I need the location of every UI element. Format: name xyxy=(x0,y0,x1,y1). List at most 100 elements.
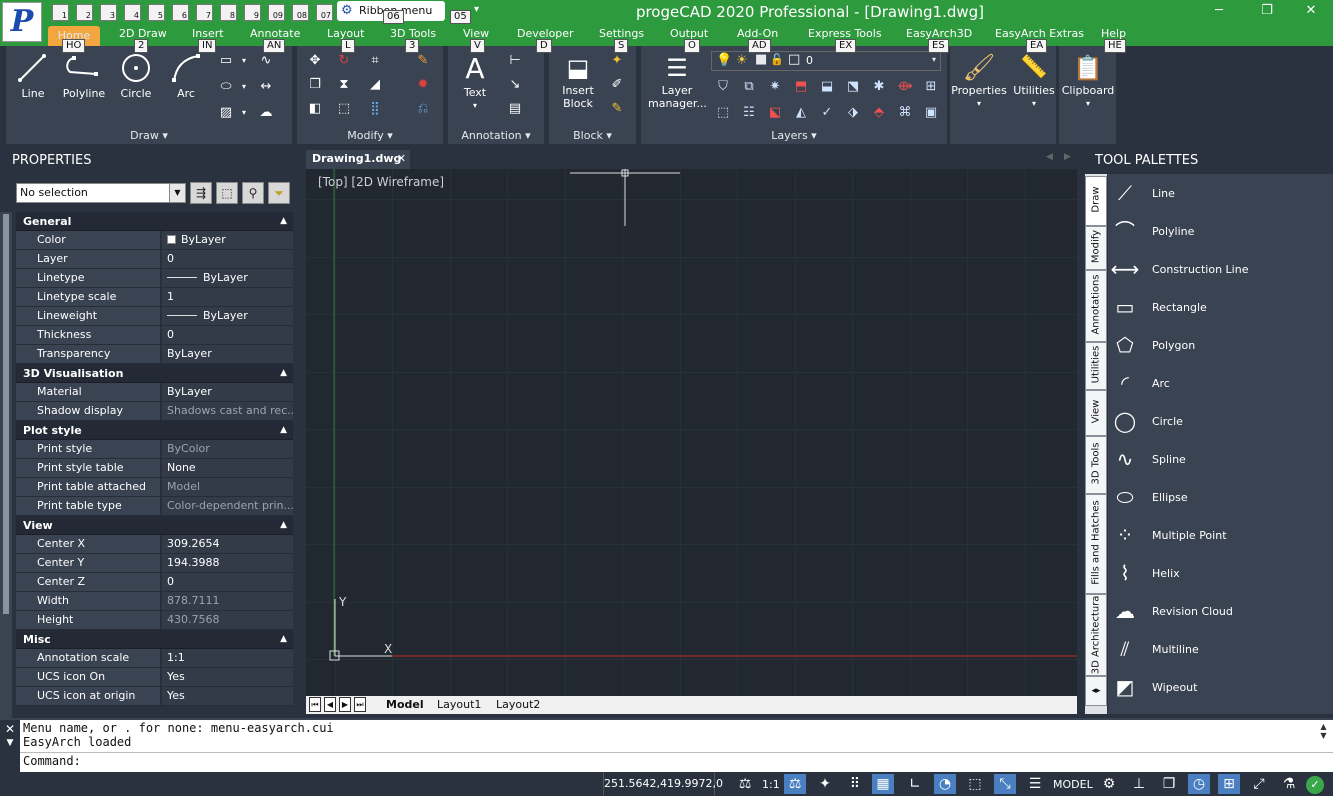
property-value[interactable]: 0 xyxy=(162,250,293,268)
chevron-down-icon[interactable]: ▼ xyxy=(0,738,20,748)
mirror-icon[interactable]: ⧗ xyxy=(334,76,354,94)
palette-item-construction-line[interactable]: ⟷ Construction Line xyxy=(1108,250,1333,288)
property-section-view[interactable]: View ▲ xyxy=(16,516,293,535)
chevron-up-icon[interactable]: ▲ xyxy=(280,516,287,535)
minimize-button[interactable]: ─ xyxy=(1196,0,1242,24)
utilities-button[interactable]: 📏 Utilities ▾ xyxy=(1012,52,1056,116)
chevron-up-icon[interactable]: ▲ xyxy=(280,364,287,383)
property-value[interactable]: 194.3988 xyxy=(162,554,293,572)
annotation-auto-scale-icon[interactable]: ⚖ xyxy=(784,774,806,794)
qat-button[interactable]: 07 xyxy=(316,4,333,21)
property-row[interactable]: Color ByLayer xyxy=(16,231,293,250)
layer-dropdown[interactable]: 💡 ☀ ■ 🔓 □ 0 ▾ xyxy=(711,51,941,71)
qat-button[interactable]: 5 xyxy=(148,4,165,21)
layer-state-icon[interactable]: ⊞ xyxy=(921,78,941,96)
palette-tab-annotations[interactable]: Annotations xyxy=(1085,270,1107,342)
property-section-misc[interactable]: Misc ▲ xyxy=(16,630,293,649)
property-section-3d-visualisation[interactable]: 3D Visualisation ▲ xyxy=(16,364,293,383)
property-value[interactable]: 0 xyxy=(162,326,293,344)
layer-previous-icon[interactable]: ⛉ xyxy=(713,78,733,96)
layer-current-icon[interactable]: ✓ xyxy=(817,104,837,122)
polyline-button[interactable]: Polyline xyxy=(60,52,108,102)
palette-item-multiple-point[interactable]: ⁘ Multiple Point xyxy=(1108,516,1333,554)
draw-panel-label[interactable]: Draw ▾ xyxy=(6,129,292,142)
property-value[interactable]: Color-dependent prin... xyxy=(162,497,293,515)
property-row[interactable]: Lineweight ByLayer xyxy=(16,307,293,326)
layer-change-icon[interactable]: ⬚ xyxy=(713,104,733,122)
quick-select-icon[interactable]: ⚲ xyxy=(242,182,264,204)
filter-icon[interactable]: ⏷ xyxy=(268,182,290,204)
scale-icon[interactable]: ⬚ xyxy=(334,100,354,118)
property-row[interactable]: Linetype ByLayer xyxy=(16,269,293,288)
annotation-scale[interactable]: 1:1 xyxy=(762,778,780,791)
palette-tab-modify[interactable]: Modify xyxy=(1085,226,1107,270)
palette-tab-draw[interactable]: Draw xyxy=(1085,176,1107,226)
property-row[interactable]: UCS icon at origin Yes xyxy=(16,687,293,706)
property-value[interactable]: ByLayer xyxy=(162,231,293,249)
palette-item-polygon[interactable]: ⬠ Polygon xyxy=(1108,326,1333,364)
layers-panel-label[interactable]: Layers ▾ xyxy=(641,129,947,142)
insert-block-button[interactable]: ⬓ Insert Block xyxy=(557,52,599,116)
object-snap-icon[interactable]: ⬚ xyxy=(964,774,986,794)
check-icon[interactable]: ✓ xyxy=(1306,776,1324,794)
layout-tab-layout2[interactable]: Layout2 xyxy=(496,698,540,711)
polar-tracking-icon[interactable]: ◔ xyxy=(934,774,956,794)
first-layout-icon[interactable]: ⏮ xyxy=(309,697,321,712)
explode-icon[interactable]: ✹ xyxy=(413,76,433,94)
rotate-icon[interactable]: ↻ xyxy=(334,52,354,70)
qat-customize-icon[interactable]: ▾ xyxy=(474,4,479,15)
block-panel-label[interactable]: Block ▾ xyxy=(549,129,636,142)
hardware-acceleration-icon[interactable]: ⚗ xyxy=(1278,774,1300,794)
property-value[interactable]: Yes xyxy=(162,687,293,705)
prev-layout-icon[interactable]: ◀ xyxy=(324,697,336,712)
property-row[interactable]: Material ByLayer xyxy=(16,383,293,402)
attribute-icon[interactable]: ✎ xyxy=(607,100,627,118)
property-row[interactable]: Transparency ByLayer xyxy=(16,345,293,364)
property-value[interactable]: ByLayer xyxy=(162,345,293,363)
palette-item-spline[interactable]: ∿ Spline xyxy=(1108,440,1333,478)
property-value[interactable]: 430.7568 xyxy=(162,611,293,629)
layer-isolate-icon[interactable]: ⧉ xyxy=(739,78,759,96)
layer-thaw-icon[interactable]: ⬘ xyxy=(869,104,889,122)
property-row[interactable]: Print table attached to Model xyxy=(16,478,293,511)
palette-tab-utilities[interactable]: Utilities xyxy=(1085,342,1107,390)
chevron-down-icon[interactable]: ▾ xyxy=(234,52,254,70)
palette-tab-3d-tools[interactable]: 3D Tools xyxy=(1085,436,1107,494)
property-row[interactable]: Center Y 194.3988 xyxy=(16,554,293,573)
palette-tab-fills-and-hatches[interactable]: Fills and Hatches xyxy=(1085,494,1107,594)
palette-item-helix[interactable]: ⌇ Helix xyxy=(1108,554,1333,592)
annotation-scale-add-icon[interactable]: ✦ xyxy=(814,774,836,794)
object-snap-tracking-icon[interactable]: ⤡ xyxy=(994,774,1016,794)
copy-icon[interactable]: ❐ xyxy=(305,76,325,94)
dynamic-ucs-icon[interactable]: ⤢ xyxy=(1248,774,1270,794)
property-value[interactable]: ByLayer xyxy=(162,383,293,401)
property-value[interactable]: Shadows cast and rec... xyxy=(162,402,293,420)
property-value[interactable]: 878.7111 xyxy=(162,592,293,610)
property-row[interactable]: Center X 309.2654 xyxy=(16,535,293,554)
pin-icon[interactable]: ⊥ xyxy=(1128,774,1150,794)
next-layout-icon[interactable]: ▶ xyxy=(339,697,351,712)
palette-item-ellipse[interactable]: ⬭ Ellipse xyxy=(1108,478,1333,516)
property-value[interactable]: 1 xyxy=(162,288,293,306)
erase-icon[interactable]: ✎ xyxy=(413,52,433,70)
palette-tab-3d-architectural[interactable]: 3D Architectural xyxy=(1085,594,1107,676)
property-value[interactable]: 0 xyxy=(162,573,293,591)
property-value[interactable]: 309.2654 xyxy=(162,535,293,553)
arc-button[interactable]: Arc xyxy=(166,52,206,102)
drawing-canvas[interactable] xyxy=(306,169,1077,696)
layer-manager-button[interactable]: ☰ Layer manager... xyxy=(648,52,707,116)
qat-button[interactable]: 6 xyxy=(172,4,189,21)
array-icon[interactable]: ⣿ xyxy=(365,100,385,118)
construction-line-icon[interactable]: ↔ xyxy=(256,78,276,96)
coordinate-readout[interactable]: 251.5642,419.9972,0 xyxy=(603,772,723,796)
layer-all-icon[interactable]: ▣ xyxy=(921,104,941,122)
tab-scroll-left-icon[interactable]: ◀ xyxy=(1046,152,1053,162)
palette-item-line[interactable]: ⟋ Line xyxy=(1108,174,1333,212)
selection-dropdown[interactable]: No selection ▼ xyxy=(16,183,186,203)
clipboard-button[interactable]: 📋 Clipboard ▾ xyxy=(1060,52,1116,116)
table-icon[interactable]: ▤ xyxy=(505,100,525,118)
restore-button[interactable]: ❐ xyxy=(1244,0,1290,24)
qat-button[interactable]: 3 xyxy=(100,4,117,21)
layer-unlock-icon[interactable]: ⬔ xyxy=(843,78,863,96)
tab-scroll-right-icon[interactable]: ▶ xyxy=(1064,152,1071,162)
